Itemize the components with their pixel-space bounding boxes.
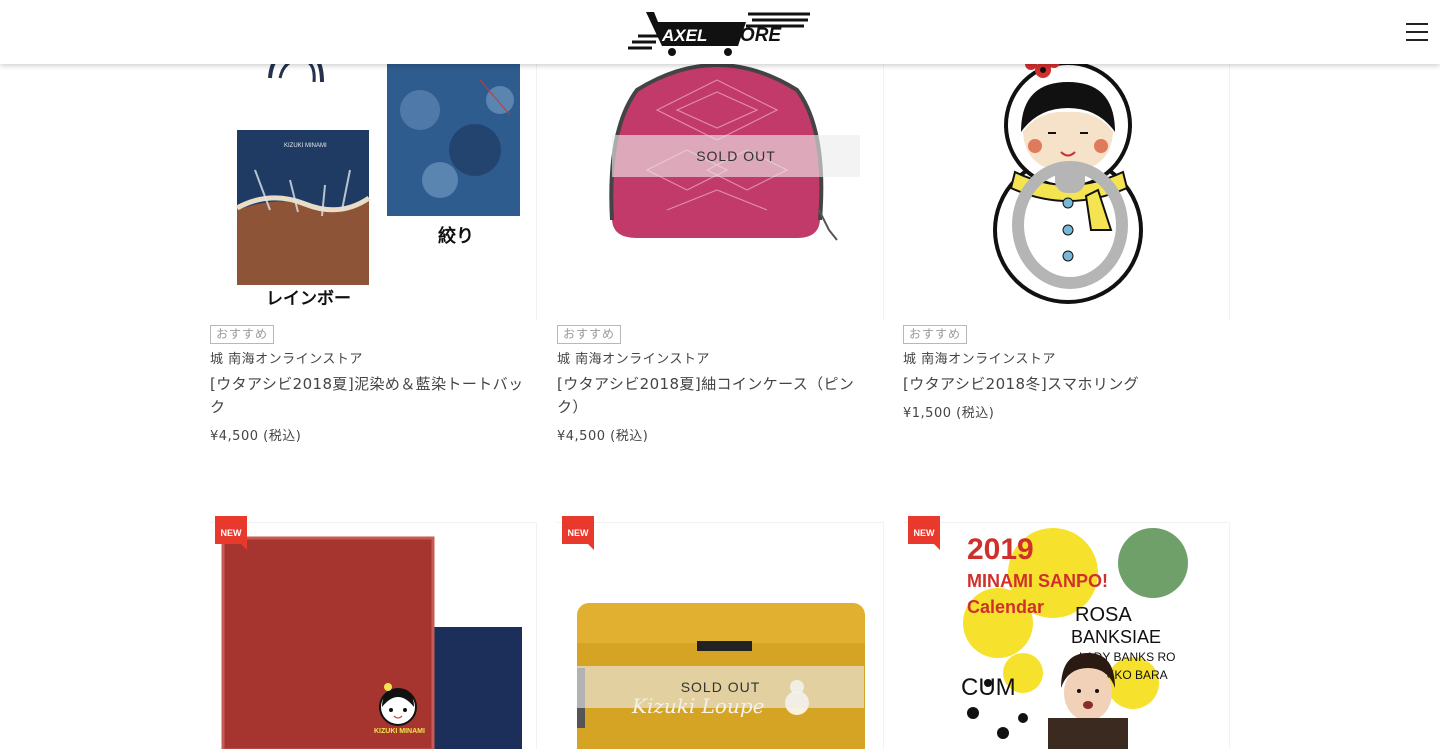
sold-out-label: SOLD OUT: [577, 666, 864, 708]
product-title[interactable]: [ウタアシビ2018冬]スマホリング: [903, 373, 1230, 396]
new-flag-icon: NEW: [215, 516, 247, 550]
product-card[interactable]: Kizuki Loupe SOLD OUT NEW: [557, 516, 884, 749]
calendar-subtitle: Calendar: [967, 597, 1044, 617]
recommend-badge: おすすめ: [903, 325, 968, 344]
calendar-text: CUM: [961, 674, 1016, 701]
bag-brand-text: KIZUKI MINAMI: [284, 143, 327, 149]
logo-store-text: STORE: [716, 25, 782, 46]
calendar-text: BANKSIAE: [1071, 627, 1161, 647]
product-image[interactable]: Kizuki Loupe SOLD OUT: [557, 522, 884, 749]
recommend-badge: おすすめ: [557, 325, 622, 344]
store-logo[interactable]: AXEL STORE: [628, 8, 812, 56]
recommend-badge: おすすめ: [210, 325, 275, 344]
product-card[interactable]: おすすめ 城 南海オンラインストア [ウタアシビ2018冬]スマホリング ¥1,…: [903, 20, 1230, 421]
product-card[interactable]: KIZUKI MINAMI 絞り レインボー おすすめ 城 南海オンラインストア…: [210, 20, 537, 444]
product-grid: KIZUKI MINAMI 絞り レインボー おすすめ 城 南海オンラインストア…: [0, 0, 1440, 749]
hamburger-bar: [1406, 23, 1428, 25]
logo-axel-text: AXEL: [661, 26, 707, 45]
calendar-year: 2019: [967, 533, 1034, 566]
calendar-title: MINAMI SANPO!: [967, 571, 1108, 591]
image-label-shibori: 絞り: [438, 225, 474, 247]
product-card[interactable]: 2019 MINAMI SANPO! Calendar ROSA BANKSIA…: [903, 516, 1230, 749]
product-card[interactable]: SOLD OUT おすすめ 城 南海オンラインストア [ウタアシビ2018夏]紬…: [557, 20, 884, 444]
hamburger-bar: [1406, 39, 1428, 41]
price-value: ¥1,500: [903, 406, 952, 421]
new-flag-icon: NEW: [908, 516, 940, 550]
price-value: ¥4,500: [210, 429, 259, 444]
store-name[interactable]: 城 南海オンラインストア: [903, 348, 1230, 367]
hamburger-icon[interactable]: [1406, 23, 1428, 41]
product-image[interactable]: 2019 MINAMI SANPO! Calendar ROSA BANKSIA…: [903, 522, 1230, 749]
calendar-text: ROSA: [1075, 604, 1132, 626]
product-price: ¥1,500 (税込): [903, 402, 1230, 421]
product-title[interactable]: [ウタアシビ2018夏]紬コインケース（ピンク）: [557, 373, 884, 419]
site-header: AXEL STORE: [0, 0, 1440, 64]
product-title[interactable]: [ウタアシビ2018夏]泥染め＆藍染トートバック: [210, 373, 537, 419]
svg-text:NEW: NEW: [914, 528, 936, 538]
price-tax: (税込): [956, 406, 995, 421]
image-label-rainbow: レインボー: [266, 289, 351, 309]
product-image[interactable]: SOLD OUT: [557, 20, 884, 320]
svg-text:NEW: NEW: [568, 528, 590, 538]
sold-out-label: SOLD OUT: [612, 135, 860, 177]
store-name[interactable]: 城 南海オンラインストア: [557, 348, 884, 367]
handkerchief-text: KIZUKI MINAMI: [374, 728, 425, 735]
store-name[interactable]: 城 南海オンラインストア: [210, 348, 537, 367]
price-value: ¥4,500: [557, 429, 606, 444]
product-card[interactable]: KIZUKI MINAMI NEW: [210, 516, 537, 749]
product-image[interactable]: KIZUKI MINAMI 絞り レインボー: [210, 20, 537, 320]
new-flag-icon: NEW: [562, 516, 594, 550]
product-price: ¥4,500 (税込): [557, 425, 884, 444]
price-tax: (税込): [610, 429, 649, 444]
svg-text:NEW: NEW: [221, 528, 243, 538]
product-price: ¥4,500 (税込): [210, 425, 537, 444]
price-tax: (税込): [263, 429, 302, 444]
product-image[interactable]: KIZUKI MINAMI: [210, 522, 537, 749]
product-image[interactable]: [903, 20, 1230, 320]
hamburger-bar: [1406, 31, 1428, 33]
